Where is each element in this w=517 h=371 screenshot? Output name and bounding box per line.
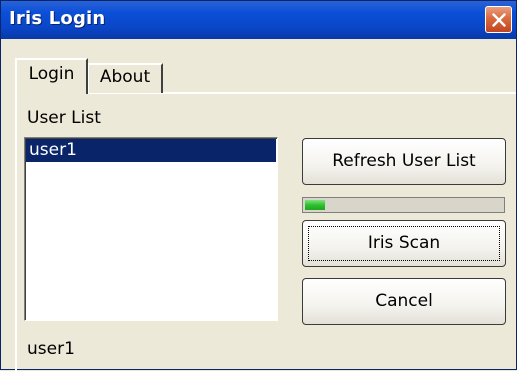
window-title: Iris Login — [9, 8, 106, 29]
tab-about[interactable]: About — [88, 63, 163, 93]
iris-scan-label: Iris Scan — [367, 233, 441, 253]
tab-login[interactable]: Login — [15, 58, 88, 94]
close-icon — [492, 13, 506, 27]
close-button[interactable] — [485, 6, 512, 33]
refresh-user-list-button[interactable]: Refresh User List — [302, 138, 506, 185]
scan-progress-bar — [302, 197, 505, 213]
user-listbox[interactable]: user1 — [24, 137, 278, 321]
cancel-button[interactable]: Cancel — [302, 278, 506, 325]
selected-user-text: user1 — [27, 339, 75, 359]
progress-fill — [305, 200, 325, 210]
iris-scan-button[interactable]: Iris Scan — [302, 220, 506, 267]
title-bar[interactable]: Iris Login — [1, 1, 516, 39]
user-list-label: User List — [27, 108, 101, 128]
list-item[interactable]: user1 — [26, 139, 276, 162]
iris-login-window: Iris Login Login About User List user1 u… — [0, 0, 517, 371]
